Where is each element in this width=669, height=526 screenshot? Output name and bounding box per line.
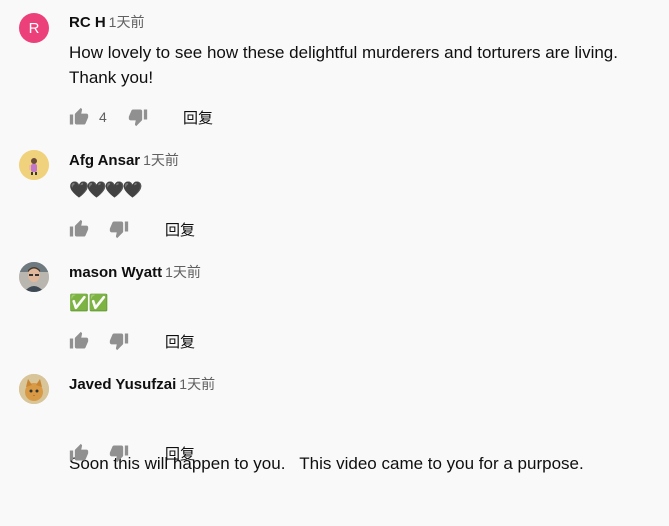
author-avatar[interactable] xyxy=(19,150,49,180)
comment-header: Javed Yusufzai 1天前 xyxy=(69,374,215,394)
comment-time[interactable]: 1天前 xyxy=(165,264,201,280)
thumb-down-icon xyxy=(109,221,129,239)
avatar-letter: R xyxy=(28,19,40,37)
comment-text-line: How lovely to see how these delightful m… xyxy=(69,43,618,62)
thumb-up-icon xyxy=(69,443,89,461)
emoji-content: ✅✅ xyxy=(69,293,109,312)
reply-button[interactable]: 回复 xyxy=(165,218,195,240)
dislike-button[interactable] xyxy=(109,330,129,352)
thumb-up-icon xyxy=(69,331,89,349)
reply-button[interactable]: 回复 xyxy=(165,330,195,352)
comment-time[interactable]: 1天前 xyxy=(109,14,145,30)
author-name[interactable]: mason Wyatt xyxy=(69,264,162,281)
thumb-up-icon xyxy=(69,219,89,237)
comment-toolbar: 4 回复 xyxy=(69,106,469,128)
author-avatar[interactable] xyxy=(19,374,49,404)
comment-header: Afg Ansar 1天前 xyxy=(69,150,179,170)
author-name[interactable]: Afg Ansar xyxy=(69,152,140,169)
reply-button[interactable]: 回复 xyxy=(165,442,195,464)
comment-header: RC H 1天前 xyxy=(69,12,144,32)
comment-text-line: Thank you! xyxy=(69,68,154,87)
comment-time[interactable]: 1天前 xyxy=(179,376,215,392)
dislike-button[interactable] xyxy=(109,218,129,240)
comment-toolbar: 回复 xyxy=(69,442,469,464)
comment-text: How lovely to see how these delightful m… xyxy=(69,40,618,90)
reply-button[interactable]: 回复 xyxy=(183,106,213,128)
thumb-up-icon xyxy=(69,107,89,125)
like-count: 4 xyxy=(99,109,107,125)
cat-photo-icon xyxy=(19,374,49,404)
like-button[interactable] xyxy=(69,442,89,464)
comment-toolbar: 回复 xyxy=(69,218,469,240)
comment-text: ✅✅ xyxy=(69,290,109,315)
person-photo-icon xyxy=(19,262,49,292)
like-button[interactable] xyxy=(69,330,89,352)
author-name[interactable]: Javed Yusufzai xyxy=(69,376,176,393)
emoji-content: 🖤🖤🖤🖤 xyxy=(69,180,143,199)
author-name[interactable]: RC H xyxy=(69,14,106,31)
dislike-button[interactable] xyxy=(128,106,148,128)
cartoon-figure-icon xyxy=(19,150,49,180)
like-button[interactable] xyxy=(69,106,89,128)
thumb-down-icon xyxy=(109,445,129,463)
thumb-down-icon xyxy=(128,109,148,127)
comment-toolbar: 回复 xyxy=(69,330,469,352)
comment-header: mason Wyatt 1天前 xyxy=(69,262,201,282)
comment-text: 🖤🖤🖤🖤 xyxy=(69,177,143,202)
like-button[interactable] xyxy=(69,218,89,240)
author-avatar[interactable] xyxy=(19,262,49,292)
dislike-button[interactable] xyxy=(109,442,129,464)
comment-time[interactable]: 1天前 xyxy=(143,152,179,168)
author-avatar[interactable]: R xyxy=(19,13,49,43)
thumb-down-icon xyxy=(109,333,129,351)
